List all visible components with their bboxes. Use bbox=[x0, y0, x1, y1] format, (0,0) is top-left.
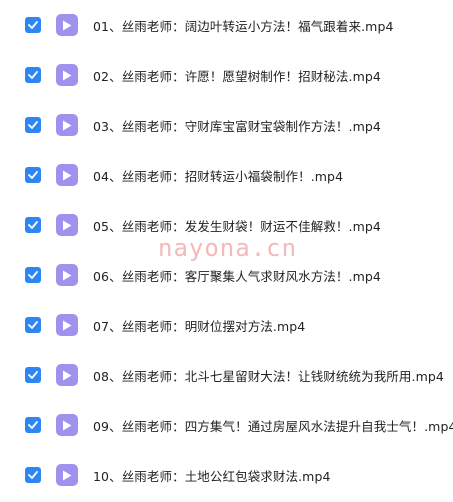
file-row[interactable]: 07、丝雨老师：明财位摆对方法.mp4 bbox=[0, 300, 453, 350]
file-checkbox[interactable] bbox=[25, 217, 41, 233]
checkmark-icon bbox=[28, 421, 38, 429]
file-name[interactable]: 06、丝雨老师：客厅聚集人气求财风水方法！.mp4 bbox=[93, 266, 381, 285]
file-name[interactable]: 10、丝雨老师：土地公红包袋求财法.mp4 bbox=[93, 466, 331, 485]
file-name[interactable]: 07、丝雨老师：明财位摆对方法.mp4 bbox=[93, 316, 305, 335]
file-checkbox[interactable] bbox=[25, 367, 41, 383]
video-play-icon bbox=[56, 364, 78, 386]
video-play-icon bbox=[56, 164, 78, 186]
checkmark-icon bbox=[28, 271, 38, 279]
file-row[interactable]: 09、丝雨老师：四方集气！通过房屋风水法提升自我士气！.mp4 bbox=[0, 400, 453, 450]
checkmark-icon bbox=[28, 171, 38, 179]
video-play-icon bbox=[56, 414, 78, 436]
video-play-icon bbox=[56, 14, 78, 36]
video-play-icon bbox=[56, 214, 78, 236]
file-row[interactable]: 10、丝雨老师：土地公红包袋求财法.mp4 bbox=[0, 450, 453, 500]
file-name[interactable]: 03、丝雨老师：守财库宝富财宝袋制作方法！.mp4 bbox=[93, 116, 381, 135]
file-row[interactable]: 08、丝雨老师：北斗七星留财大法！让钱财统统为我所用.mp4 bbox=[0, 350, 453, 400]
checkmark-icon bbox=[28, 371, 38, 379]
file-row[interactable]: 02、丝雨老师：许愿！愿望树制作！招财秘法.mp4 bbox=[0, 50, 453, 100]
file-name[interactable]: 01、丝雨老师：阔边叶转运小方法！福气跟着来.mp4 bbox=[93, 16, 394, 35]
video-play-icon bbox=[56, 314, 78, 336]
file-checkbox[interactable] bbox=[25, 267, 41, 283]
checkmark-icon bbox=[28, 471, 38, 479]
checkmark-icon bbox=[28, 21, 38, 29]
checkmark-icon bbox=[28, 321, 38, 329]
video-play-icon bbox=[56, 264, 78, 286]
file-name[interactable]: 05、丝雨老师：发发生财袋！财运不佳解救！.mp4 bbox=[93, 216, 381, 235]
file-name[interactable]: 08、丝雨老师：北斗七星留财大法！让钱财统统为我所用.mp4 bbox=[93, 366, 444, 385]
file-checkbox[interactable] bbox=[25, 117, 41, 133]
file-checkbox[interactable] bbox=[25, 67, 41, 83]
file-name[interactable]: 04、丝雨老师：招财转运小福袋制作！.mp4 bbox=[93, 166, 343, 185]
checkmark-icon bbox=[28, 221, 38, 229]
checkmark-icon bbox=[28, 121, 38, 129]
file-row[interactable]: 03、丝雨老师：守财库宝富财宝袋制作方法！.mp4 bbox=[0, 100, 453, 150]
video-play-icon bbox=[56, 114, 78, 136]
file-checkbox[interactable] bbox=[25, 417, 41, 433]
video-play-icon bbox=[56, 464, 78, 486]
file-checkbox[interactable] bbox=[25, 17, 41, 33]
file-name[interactable]: 09、丝雨老师：四方集气！通过房屋风水法提升自我士气！.mp4 bbox=[93, 416, 453, 435]
video-play-icon bbox=[56, 64, 78, 86]
file-checkbox[interactable] bbox=[25, 467, 41, 483]
checkmark-icon bbox=[28, 71, 38, 79]
file-checkbox[interactable] bbox=[25, 317, 41, 333]
file-row[interactable]: 04、丝雨老师：招财转运小福袋制作！.mp4 bbox=[0, 150, 453, 200]
file-checkbox[interactable] bbox=[25, 167, 41, 183]
watermark: nayona.cn bbox=[158, 234, 298, 262]
file-name[interactable]: 02、丝雨老师：许愿！愿望树制作！招财秘法.mp4 bbox=[93, 66, 381, 85]
file-row[interactable]: 01、丝雨老师：阔边叶转运小方法！福气跟着来.mp4 bbox=[0, 0, 453, 50]
